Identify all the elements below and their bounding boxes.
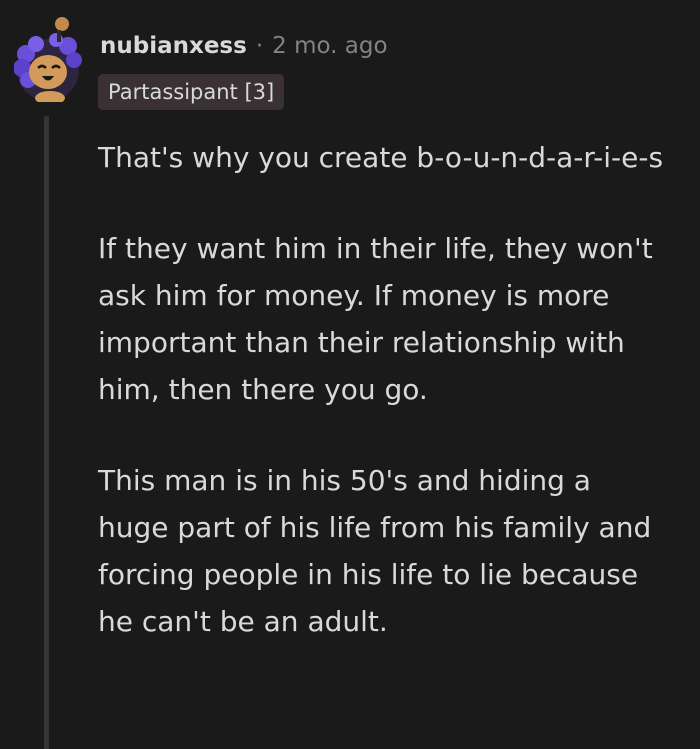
meta-separator: ·	[255, 33, 264, 59]
comment-header: nubianxess · 2 mo. ago	[100, 28, 388, 64]
comment-body: That's why you create b-o-u-n-d-a-r-i-e-…	[98, 134, 668, 689]
comment-paragraph: That's why you create b-o-u-n-d-a-r-i-e-…	[98, 141, 664, 174]
comment-paragraph: This man is in his 50's and hiding a hug…	[98, 464, 652, 638]
comment-paragraph: If they want him in their life, they won…	[98, 232, 653, 406]
thread-line[interactable]	[44, 116, 49, 749]
timestamp[interactable]: 2 mo. ago	[272, 33, 387, 59]
user-flair-badge: Partassipant [3]	[98, 74, 285, 110]
username-link[interactable]: nubianxess	[100, 33, 247, 59]
user-avatar-icon[interactable]	[13, 14, 86, 105]
